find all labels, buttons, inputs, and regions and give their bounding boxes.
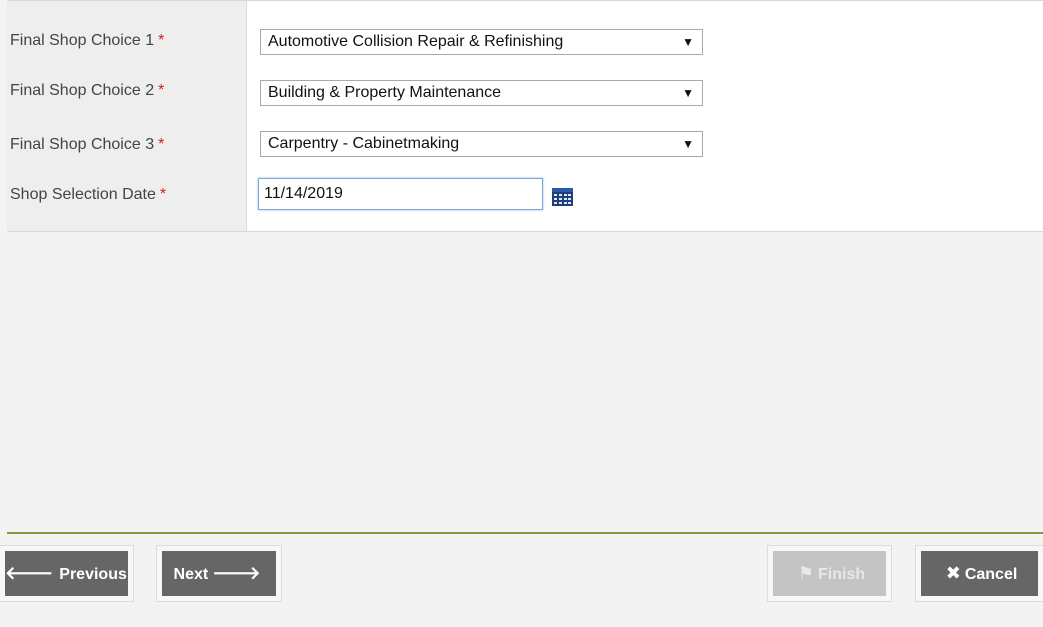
selected-value: Building & Property Maintenance [268,84,502,101]
footer-divider [7,532,1043,534]
shop-selection-date-input[interactable] [258,178,543,210]
final-shop-choice-1-label: Final Shop Choice 1 * [10,31,164,51]
required-marker: * [158,82,165,99]
arrow-right-icon: 🡒 [212,563,261,583]
shop-choice-form: Final Shop Choice 1 * Final Shop Choice 2… [7,0,1043,232]
calendar-icon[interactable] [552,188,573,206]
field-label-text: Shop Selection Date [10,186,156,203]
shop-selection-page: Final Shop Choice 1 * Final Shop Choice 2… [0,0,1043,627]
field-label-text: Final Shop Choice 3 [10,136,155,153]
required-marker: * [158,32,165,49]
selected-value: Automotive Collision Repair & Refinishin… [268,33,564,50]
previous-button[interactable]: 🡐 Previous [0,546,133,601]
flag-icon: ⚑ [797,563,815,583]
final-shop-choice-3-label: Final Shop Choice 3 * [10,135,164,155]
final-shop-choice-3-select[interactable]: Carpentry - Cabinetmaking ▼ [260,131,703,157]
finish-button[interactable]: ⚑ Finish [768,546,891,601]
final-shop-choice-1-select[interactable]: Automotive Collision Repair & Refinishin… [260,29,703,55]
finish-label: Finish [818,566,866,583]
field-label-text: Final Shop Choice 2 [10,82,155,99]
previous-label: Previous [59,566,127,583]
next-label: Next [173,566,209,583]
final-shop-choice-2-label: Final Shop Choice 2 * [10,81,164,101]
arrow-left-icon: 🡐 [5,563,54,583]
required-marker: * [159,186,167,203]
shop-selection-date-label: Shop Selection Date * [10,185,166,205]
required-marker: * [158,136,165,153]
dropdown-arrow-icon: ▼ [682,86,694,100]
dropdown-arrow-icon: ▼ [682,35,694,49]
next-button[interactable]: Next 🡒 [157,546,281,601]
close-icon: ✖ [945,563,961,583]
dropdown-arrow-icon: ▼ [682,137,694,151]
cancel-button[interactable]: ✖ Cancel [916,546,1043,601]
selected-value: Carpentry - Cabinetmaking [268,135,460,152]
cancel-label: Cancel [964,566,1018,583]
field-label-text: Final Shop Choice 1 [10,32,155,49]
final-shop-choice-2-select[interactable]: Building & Property Maintenance ▼ [260,80,703,106]
